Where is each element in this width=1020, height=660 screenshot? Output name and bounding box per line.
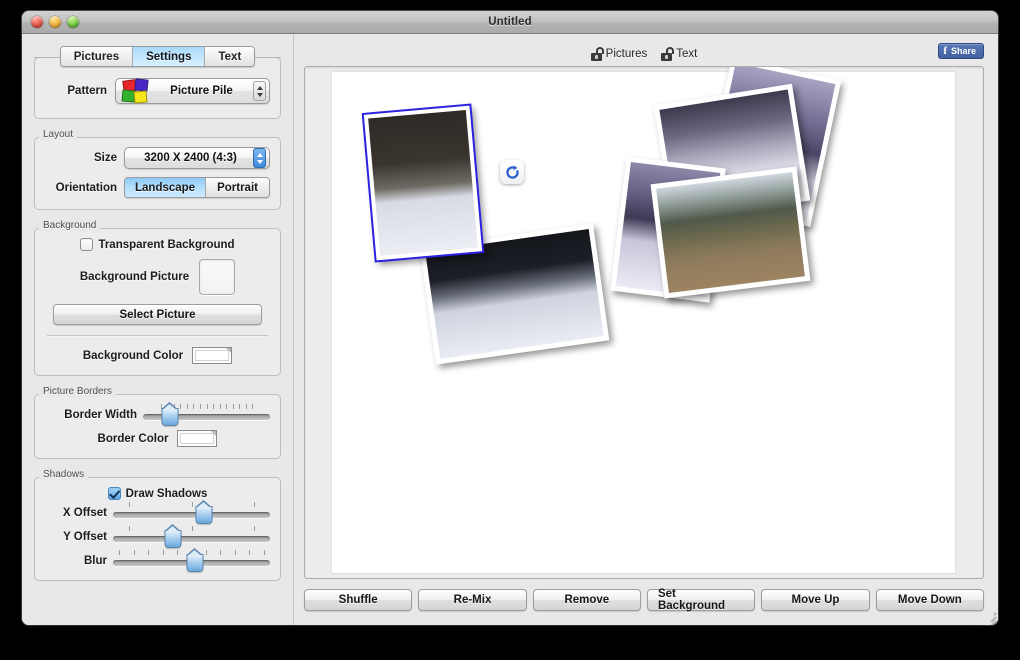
orientation-segmented: Landscape Portrait [124, 177, 270, 198]
x-offset-label: X Offset [45, 507, 107, 519]
picture-pile-icon [122, 79, 150, 103]
move-down-button[interactable]: Move Down [876, 589, 984, 611]
main-area: Pictures Text f Share [294, 34, 998, 625]
desktop-background: Untitled Pictures Settings Text Pattern [0, 0, 1020, 660]
facebook-f-icon: f [943, 46, 947, 57]
unlocked-lock-icon [661, 47, 674, 61]
shadows-group: Shadows Draw Shadows X Offset [34, 477, 281, 581]
size-popup[interactable]: 3200 X 2400 (4:3) [124, 147, 270, 169]
y-offset-knob[interactable] [164, 530, 181, 548]
border-color-well[interactable] [177, 430, 217, 447]
close-button[interactable] [31, 16, 43, 28]
lock-text-label: Text [676, 48, 697, 60]
lock-pictures[interactable]: Pictures [591, 47, 648, 61]
pattern-popup[interactable]: Picture Pile [115, 78, 270, 104]
share-button-label: Share [951, 46, 976, 56]
canvas-frame [304, 66, 984, 579]
remove-button[interactable]: Remove [533, 589, 641, 611]
photo-canvas[interactable] [332, 72, 955, 573]
layout-group: Layout Size 3200 X 2400 (4:3) Orientatio… [34, 137, 281, 210]
background-color-well[interactable] [192, 347, 232, 364]
background-group: Background Transparent Background Backgr… [34, 228, 281, 376]
transparent-background-checkbox[interactable] [80, 238, 93, 251]
tab-bar: Pictures Settings Text [34, 46, 281, 68]
blur-knob[interactable] [186, 554, 203, 572]
background-picture-well[interactable] [199, 259, 235, 295]
x-offset-knob[interactable] [196, 506, 213, 524]
blur-label: Blur [45, 555, 107, 567]
border-width-label: Border Width [45, 409, 137, 421]
move-up-button[interactable]: Move Up [761, 589, 869, 611]
zoom-button[interactable] [67, 16, 79, 28]
orientation-portrait[interactable]: Portrait [206, 178, 269, 197]
layout-group-label: Layout [39, 129, 77, 140]
photo-autumn-path[interactable] [651, 166, 811, 298]
size-label: Size [45, 152, 117, 164]
window-controls [31, 16, 79, 28]
blur-slider[interactable] [113, 550, 270, 572]
y-offset-slider[interactable] [113, 526, 270, 548]
orientation-label: Orientation [45, 182, 117, 194]
background-picture-label: Background Picture [80, 271, 189, 283]
background-group-label: Background [39, 220, 100, 231]
application-window: Untitled Pictures Settings Text Pattern [22, 11, 998, 625]
background-divider [47, 335, 268, 337]
photo-snow-lantern[interactable] [363, 105, 483, 262]
size-stepper[interactable] [253, 148, 266, 168]
y-offset-label: Y Offset [45, 531, 107, 543]
size-value: 3200 X 2400 (4:3) [128, 152, 253, 164]
shadows-group-label: Shadows [39, 469, 88, 480]
resize-grip[interactable] [982, 609, 996, 623]
orientation-landscape[interactable]: Landscape [125, 178, 206, 197]
tab-settings[interactable]: Settings [133, 47, 205, 66]
unlocked-lock-icon [591, 47, 604, 61]
picture-borders-group: Picture Borders Border Width Border Colo… [34, 394, 281, 459]
window-title: Untitled [488, 16, 532, 28]
remix-button[interactable]: Re-Mix [418, 589, 526, 611]
picture-borders-group-label: Picture Borders [39, 386, 116, 397]
draw-shadows-label: Draw Shadows [126, 488, 208, 500]
pattern-stepper[interactable] [253, 81, 266, 101]
photo-image [656, 172, 805, 293]
share-button[interactable]: f Share [938, 43, 984, 59]
tab-pictures[interactable]: Pictures [61, 47, 133, 66]
window-titlebar: Untitled [22, 11, 998, 34]
lock-pictures-label: Pictures [606, 48, 648, 60]
rotate-icon[interactable] [500, 160, 524, 184]
pattern-label: Pattern [45, 85, 107, 97]
set-background-button[interactable]: Set Background [647, 589, 755, 611]
tab-text[interactable]: Text [205, 47, 254, 66]
shuffle-button[interactable]: Shuffle [304, 589, 412, 611]
photo-image [368, 110, 478, 256]
window-body: Pictures Settings Text Pattern Picture P [22, 34, 998, 625]
draw-shadows-checkbox[interactable] [108, 487, 121, 500]
minimize-button[interactable] [49, 16, 61, 28]
border-width-knob[interactable] [161, 408, 178, 426]
select-picture-button[interactable]: Select Picture [53, 304, 262, 325]
border-width-slider[interactable] [143, 404, 270, 426]
border-color-label: Border Color [98, 433, 169, 445]
settings-sidebar: Pictures Settings Text Pattern Picture P [22, 34, 294, 625]
transparent-background-label: Transparent Background [98, 239, 234, 251]
lock-toolbar: Pictures Text f Share [304, 42, 984, 66]
x-offset-slider[interactable] [113, 502, 270, 524]
lock-text[interactable]: Text [661, 47, 697, 61]
pattern-value: Picture Pile [150, 85, 253, 97]
background-color-label: Background Color [83, 350, 183, 362]
action-button-bar: Shuffle Re-Mix Remove Set Background Mov… [304, 589, 984, 613]
